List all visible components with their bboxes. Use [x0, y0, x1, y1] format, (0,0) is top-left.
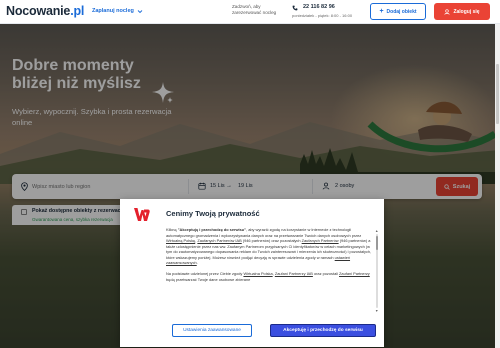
- phone-number[interactable]: 22 116 82 96: [303, 4, 335, 10]
- logo-main: Nocowanie: [6, 4, 71, 18]
- login-label: Zaloguj się: [453, 8, 480, 15]
- plus-icon: +: [379, 8, 384, 15]
- logo-tld: .pl: [70, 4, 85, 18]
- privacy-consent-dialog: Cenimy Twoją prywatność Klikną "Akceptuj…: [120, 199, 384, 347]
- consent-text-span: Na podstawie udzielonej przez Ciebie zgo…: [166, 271, 244, 277]
- consent-scrollbar[interactable]: ▲ ▼: [375, 229, 379, 315]
- plan-stay-label: Zaplanuj nocleg: [92, 8, 134, 14]
- add-property-button[interactable]: + Dodaj obiekt: [370, 3, 426, 20]
- advanced-settings-button[interactable]: Ustawienia zaawansowane: [172, 324, 252, 337]
- call-help-text: Zadzwoń, aby zarezerwować nocleg: [232, 4, 276, 16]
- consent-text: Klikną "Akceptuję i przechodzę do serwis…: [166, 227, 372, 315]
- link-trusted-partners[interactable]: Zaufanych Partnerów: [302, 238, 339, 243]
- consent-bold-text: "Akceptuję i przechodzę do serwisu": [177, 227, 247, 232]
- user-icon: [444, 8, 451, 15]
- add-property-label: Dodaj obiekt: [386, 8, 417, 15]
- phone-hours: poniedziałek - piątek: 8:00 - 16:00: [292, 13, 353, 18]
- phone-icon: [292, 5, 298, 11]
- plan-stay-menu[interactable]: Zaplanuj nocleg: [92, 8, 143, 14]
- link-iab-partners[interactable]: Zaufani Partnerzy IAB: [275, 271, 313, 276]
- scroll-down-icon[interactable]: ▼: [375, 309, 378, 313]
- call-help-line2: zarezerwować nocleg: [232, 10, 277, 15]
- top-navbar: Nocowanie.pl Zaplanuj nocleg Zadzwoń, ab…: [0, 0, 500, 24]
- consent-text-span: oraz pozostali: [312, 271, 340, 277]
- link-trusted-partners[interactable]: Zaufani Partnerzy: [339, 271, 370, 276]
- link-wirtualna-polska[interactable]: Wirtualną Polskę: [166, 238, 195, 243]
- consent-scrollbar-thumb[interactable]: [376, 236, 378, 250]
- page-scrollbar[interactable]: [495, 24, 500, 348]
- link-wirtualna-polska[interactable]: Wirtualna Polska: [243, 271, 272, 276]
- consent-text-span: (946 partnerów) oraz pozostałych: [241, 238, 302, 244]
- chevron-down-icon: [137, 9, 143, 13]
- consent-paragraph-2: Na podstawie udzielonej przez Ciebie zgo…: [166, 271, 372, 282]
- login-button[interactable]: Zaloguj się: [434, 3, 490, 20]
- consent-text-span: będą przetwarzać Twoje dane osobowe zbie…: [166, 276, 251, 282]
- consent-paragraph-1: Klikną "Akceptuję i przechodzę do serwis…: [166, 227, 372, 266]
- link-iab-partners[interactable]: Zaufanych Partnerów IAB: [197, 238, 241, 243]
- page-scrollbar-thumb[interactable]: [496, 64, 499, 124]
- accept-and-continue-button[interactable]: Akceptuję i przechodzę do serwisu: [270, 324, 376, 337]
- consent-title: Cenimy Twoją prywatność: [166, 209, 260, 218]
- wp-logo-icon: [134, 208, 150, 221]
- consent-text-span: .: [196, 260, 198, 266]
- scroll-up-icon[interactable]: ▲: [375, 229, 378, 233]
- consent-text-span: Klikną: [166, 227, 178, 232]
- site-logo[interactable]: Nocowanie.pl: [6, 4, 84, 18]
